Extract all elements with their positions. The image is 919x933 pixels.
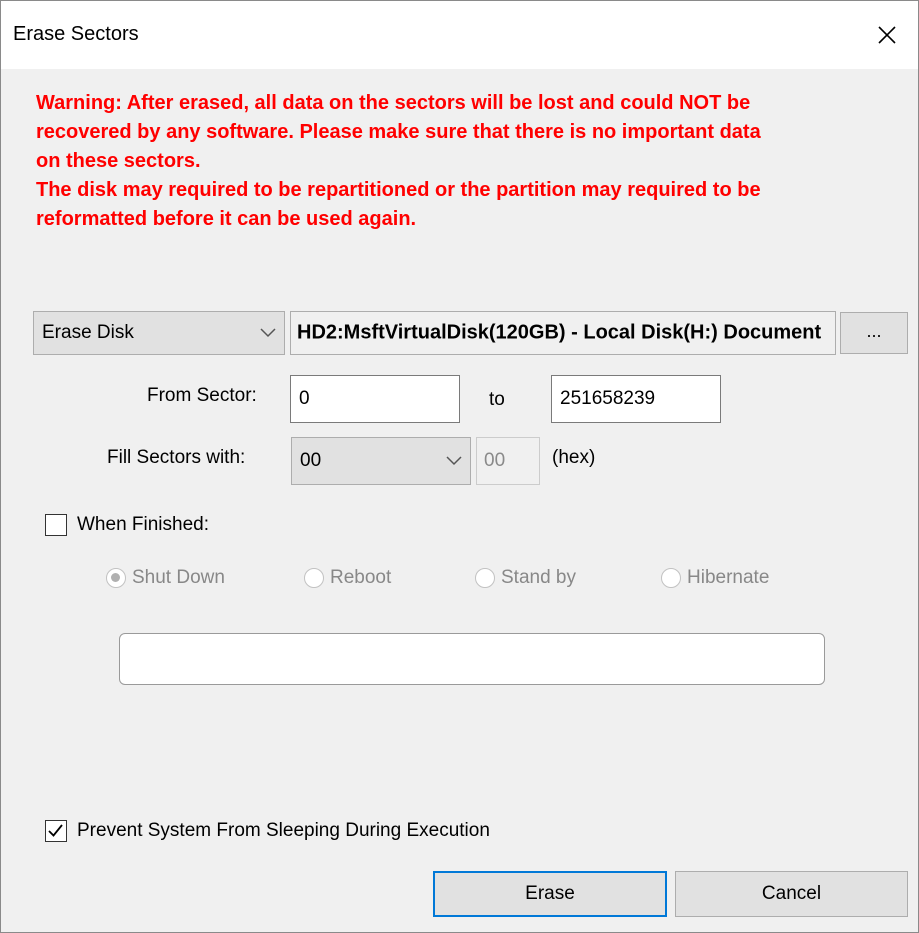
title-bar: Erase Sectors bbox=[1, 1, 918, 69]
warning-text-data-loss: Warning: After erased, all data on the s… bbox=[36, 92, 761, 172]
prevent-sleep-checkbox[interactable] bbox=[45, 820, 67, 842]
from-sector-label: From Sector: bbox=[147, 385, 257, 406]
window-title: Erase Sectors bbox=[13, 23, 139, 45]
fill-pattern-value: 00 bbox=[300, 450, 322, 471]
erase-sectors-dialog: Erase Sectors Warning: After erased, all… bbox=[0, 0, 919, 933]
radio-shut-down[interactable]: Shut Down bbox=[106, 567, 225, 589]
fill-hex-input[interactable]: 00 bbox=[476, 437, 540, 485]
radio-button bbox=[661, 568, 681, 588]
fill-hex-value: 00 bbox=[484, 450, 506, 471]
erase-mode-select[interactable]: Erase Disk bbox=[33, 311, 285, 355]
disk-selection-field[interactable]: HD2:MsftVirtualDisk(120GB) - Local Disk(… bbox=[290, 311, 836, 355]
when-finished-checkbox[interactable] bbox=[45, 514, 67, 536]
erase-button[interactable]: Erase bbox=[433, 871, 667, 917]
to-sector-value: 251658239 bbox=[560, 388, 656, 409]
radio-hibernate[interactable]: Hibernate bbox=[661, 567, 769, 589]
radio-shut-down-label: Shut Down bbox=[132, 567, 225, 588]
radio-stand-by[interactable]: Stand by bbox=[475, 567, 576, 589]
from-sector-value: 0 bbox=[299, 388, 310, 409]
radio-hibernate-label: Hibernate bbox=[687, 567, 770, 588]
radio-stand-by-label: Stand by bbox=[501, 567, 576, 588]
fill-pattern-select[interactable]: 00 bbox=[291, 437, 471, 485]
to-sector-label: to bbox=[489, 389, 505, 410]
close-icon bbox=[878, 26, 896, 44]
radio-reboot-label: Reboot bbox=[330, 567, 392, 588]
warning-text-repartition: The disk may required to be repartitione… bbox=[36, 179, 761, 230]
status-box bbox=[119, 633, 825, 685]
radio-reboot[interactable]: Reboot bbox=[304, 567, 391, 589]
erase-mode-value: Erase Disk bbox=[42, 322, 134, 343]
browse-disk-button[interactable]: ... bbox=[840, 312, 908, 354]
disk-selection-value: HD2:MsftVirtualDisk(120GB) - Local Disk(… bbox=[297, 321, 822, 344]
chevron-down-icon bbox=[446, 456, 462, 466]
warning-message: Warning: After erased, all data on the s… bbox=[36, 89, 896, 234]
cancel-button[interactable]: Cancel bbox=[675, 871, 908, 917]
to-sector-input[interactable]: 251658239 bbox=[551, 375, 721, 423]
prevent-sleep-label: Prevent System From Sleeping During Exec… bbox=[77, 820, 490, 841]
chevron-down-icon bbox=[260, 328, 276, 338]
when-finished-label: When Finished: bbox=[77, 514, 210, 535]
radio-button-selected bbox=[106, 568, 126, 588]
checkmark-icon bbox=[48, 824, 63, 837]
hex-unit-label: (hex) bbox=[552, 447, 596, 468]
fill-sectors-label: Fill Sectors with: bbox=[107, 447, 246, 468]
from-sector-input[interactable]: 0 bbox=[290, 375, 460, 423]
radio-button bbox=[304, 568, 324, 588]
radio-button bbox=[475, 568, 495, 588]
close-button[interactable] bbox=[856, 1, 918, 69]
